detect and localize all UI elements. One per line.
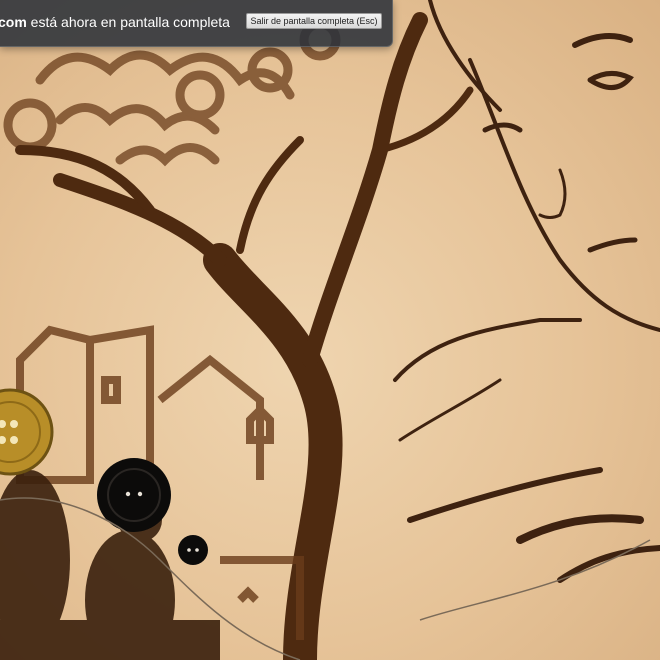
fullscreen-notice-domain: com [0,14,27,30]
fullscreen-notice-message: está ahora en pantalla completa [26,14,230,30]
fullscreen-notice-text: com está ahora en pantalla completa [0,14,230,30]
fullscreen-notice-bar: com está ahora en pantalla completa Sali… [0,0,393,47]
exit-fullscreen-button[interactable]: Salir de pantalla completa (Esc) [246,13,382,29]
sand-animation-video-frame[interactable] [0,0,660,660]
woman-portrait [393,0,660,583]
sand-art-scene [0,0,660,660]
